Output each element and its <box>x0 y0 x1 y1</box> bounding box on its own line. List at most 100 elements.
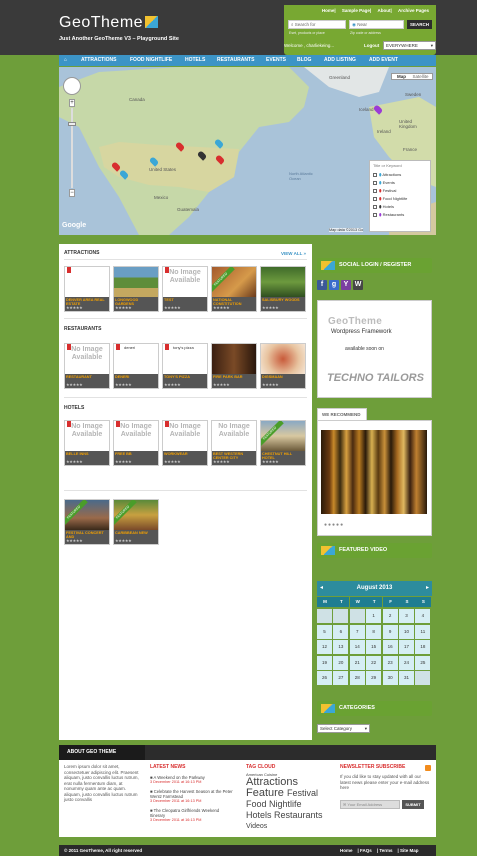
calendar-day[interactable]: 25 <box>415 655 431 670</box>
calendar-day[interactable]: 31 <box>399 671 414 685</box>
listing-card[interactable]: DENERI DENERI ★★★★★ <box>113 343 159 389</box>
listing-card[interactable]: FEATURED FESTIVAL CONCERT AND ★★★★★ <box>64 499 110 545</box>
nav-add-event[interactable]: ADD EVENT <box>369 57 398 63</box>
google-plus-icon[interactable]: g <box>329 280 339 290</box>
listing-card[interactable]: FEATURED NATIONAL CONSTITUTION ★★★★★ <box>211 266 257 312</box>
footer-link-sitemap[interactable]: Site Map <box>400 848 419 853</box>
nav-blog[interactable]: BLOG <box>297 57 311 63</box>
footer-link-terms[interactable]: Terms <box>379 848 392 853</box>
recommend-photo[interactable] <box>321 430 427 514</box>
checkbox[interactable] <box>373 188 377 193</box>
tag-link[interactable]: Festival <box>287 788 318 798</box>
listing-card[interactable]: TONY'S PIZZA TONY'S PIZZA ★★★★★ <box>162 343 208 389</box>
calendar-day[interactable]: 23 <box>382 655 398 670</box>
calendar-day[interactable]: 27 <box>333 671 349 685</box>
calendar-day[interactable]: 7 <box>349 624 365 639</box>
submit-button[interactable]: SUBMIT <box>402 800 424 809</box>
calendar-day[interactable]: 3 <box>399 609 414 623</box>
tag-link[interactable]: Food Nightlife <box>246 799 336 810</box>
calendar-day[interactable]: 26 <box>317 671 332 685</box>
listing-card[interactable]: SALISBURY WOODS ★★★★★ <box>260 266 306 312</box>
tag-link[interactable]: Feature <box>246 787 284 799</box>
calendar-day[interactable]: 9 <box>382 624 398 639</box>
legend-item-hotels[interactable]: ⬮ Hotels <box>373 203 427 211</box>
location-select[interactable]: EVERYWHERE ▾ <box>383 41 436 50</box>
site-logo[interactable]: GeoTheme <box>59 14 159 32</box>
calendar-day[interactable]: 6 <box>333 624 349 639</box>
legend-item-festival[interactable]: ⬮ Festival <box>373 187 427 195</box>
news-item[interactable]: ■ A Weekend on the Parkway 3 December 201… <box>150 775 235 785</box>
toplink-archive-pages[interactable]: Archive Pages <box>398 8 429 13</box>
nav-restaurants[interactable]: RESTAURANTS <box>217 57 254 63</box>
zoom-in-button[interactable]: + <box>69 99 75 107</box>
zoom-handle[interactable] <box>68 122 76 126</box>
checkbox[interactable] <box>373 180 377 185</box>
legend-item-food-nightlife[interactable]: ⬮ Food Nightlife <box>373 195 427 203</box>
prev-month-icon[interactable]: ◂ <box>320 581 323 596</box>
email-field[interactable]: ✉ Your Email Address <box>340 800 400 809</box>
checkbox[interactable] <box>373 204 377 209</box>
listing-card[interactable]: No Image Available FREE BB ★★★★★ <box>113 420 159 466</box>
calendar-day[interactable]: 20 <box>333 655 349 670</box>
zoom-out-button[interactable]: − <box>69 189 75 197</box>
search-button[interactable]: SEARCH <box>407 20 432 29</box>
calendar-day[interactable]: 15 <box>366 640 382 654</box>
legend-item-events[interactable]: ⬮ Events <box>373 179 427 187</box>
calendar-day[interactable]: 8 <box>366 624 382 639</box>
calendar-day[interactable]: 12 <box>317 640 332 654</box>
nav-attractions[interactable]: ATTRACTIONS <box>81 57 116 63</box>
listing-card[interactable]: FIRE PARK BAR ★★★★★ <box>211 343 257 389</box>
view-all-link[interactable]: VIEW ALL » <box>281 251 306 256</box>
we-recommend-tab[interactable]: WE RECOMMEND <box>317 408 367 420</box>
calendar-day[interactable]: 5 <box>317 624 332 639</box>
listing-card[interactable]: No Image Available TEST ★★★★★ <box>162 266 208 312</box>
nav-hotels[interactable]: HOTELS <box>185 57 205 63</box>
checkbox[interactable] <box>373 172 377 177</box>
rss-icon[interactable] <box>425 765 431 771</box>
map-button[interactable]: Map <box>392 74 411 80</box>
listing-card[interactable]: FEATURED CARIBBEAN NEW ★★★★★ <box>113 499 159 545</box>
calendar-day[interactable]: 22 <box>366 655 382 670</box>
legend-search-input[interactable]: Title or Keyword <box>373 163 427 168</box>
listing-card[interactable]: DIGSMAAN ★★★★★ <box>260 343 306 389</box>
tag-link[interactable]: Videos <box>246 821 336 832</box>
facebook-icon[interactable]: f <box>317 280 327 290</box>
listing-card[interactable]: No Image Available BEST WESTERN CENTER C… <box>211 420 257 466</box>
satellite-button[interactable]: Satellite <box>411 74 430 80</box>
search-input[interactable]: ⌕ Search for <box>288 20 346 29</box>
nav-events[interactable]: EVENTS <box>266 57 286 63</box>
toplink-about[interactable]: About <box>377 8 390 13</box>
yahoo-icon[interactable]: Y <box>341 280 351 290</box>
calendar-day[interactable]: 1 <box>366 609 382 623</box>
listing-card[interactable]: No Image Available WORKWEAR ★★★★★ <box>162 420 208 466</box>
checkbox[interactable] <box>373 196 377 201</box>
calendar-day[interactable]: 30 <box>382 671 398 685</box>
footer-link-home[interactable]: Home <box>340 848 353 853</box>
listing-card[interactable]: No Image Available BELLE INNS ★★★★★ <box>64 420 110 466</box>
legend-item-attractions[interactable]: ⬮ Attractions <box>373 171 427 179</box>
calendar-day[interactable]: 14 <box>349 640 365 654</box>
toplink-home[interactable]: Home <box>322 8 335 13</box>
calendar-day[interactable]: 17 <box>399 640 414 654</box>
calendar-day[interactable]: 2 <box>382 609 398 623</box>
legend-item-restaurants[interactable]: ⬮ Restaurants <box>373 211 427 219</box>
zoom-slider[interactable] <box>71 108 73 188</box>
listing-card[interactable]: FEATURED CHESTNUT HILL HOTEL ★★★★★ <box>260 420 306 466</box>
calendar-day[interactable]: 4 <box>415 609 431 623</box>
near-input[interactable]: ◉ Near <box>349 20 404 29</box>
calendar-day[interactable]: 29 <box>366 671 382 685</box>
toplink-sample-page[interactable]: Sample Page <box>342 8 370 13</box>
checkbox[interactable] <box>373 212 377 217</box>
carousel-dots[interactable]: ●●●●● <box>324 522 344 528</box>
calendar-day[interactable]: 28 <box>349 671 365 685</box>
calendar-day[interactable]: 24 <box>399 655 414 670</box>
news-item[interactable]: ■ Celebrate the Harvest Season at the Pe… <box>150 789 235 804</box>
pan-control[interactable] <box>63 77 81 95</box>
calendar-day[interactable]: 10 <box>399 624 414 639</box>
logout-link[interactable]: Logout <box>364 43 379 48</box>
wordpress-icon[interactable]: W <box>353 280 363 290</box>
tag-link[interactable]: Restaurants <box>274 810 323 820</box>
nav-add-listing[interactable]: ADD LISTING <box>324 57 356 63</box>
footer-link-faqs[interactable]: FAQs <box>360 848 372 853</box>
calendar-day[interactable]: 18 <box>415 640 431 654</box>
